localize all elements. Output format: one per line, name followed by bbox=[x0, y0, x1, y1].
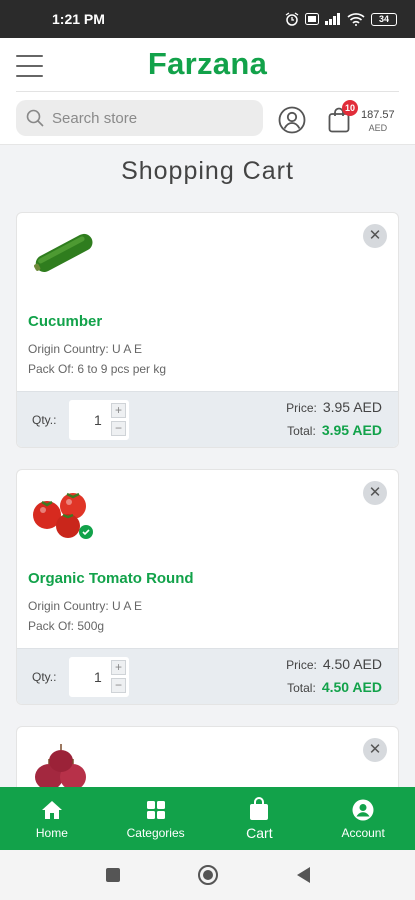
total-row: Total: 3.95 AED bbox=[287, 422, 382, 438]
total-label: Total: bbox=[287, 681, 316, 695]
system-nav-bar bbox=[0, 850, 415, 900]
status-icons: 34 bbox=[285, 12, 397, 26]
price-label: Price: bbox=[286, 401, 317, 415]
remove-item-button[interactable]: ✕ bbox=[363, 738, 387, 762]
product-pack: Pack Of: 6 to 9 pcs per kg bbox=[28, 362, 167, 376]
qty-decrease-button[interactable]: − bbox=[111, 421, 126, 436]
hd-icon bbox=[305, 13, 319, 25]
product-name[interactable]: Cucumber bbox=[28, 313, 102, 330]
wifi-icon bbox=[347, 12, 365, 26]
status-time: 1:21 PM bbox=[52, 11, 105, 27]
total-row: Total: 4.50 AED bbox=[287, 679, 382, 695]
product-origin: Origin Country: U A E bbox=[28, 599, 143, 613]
nav-account-label: Account bbox=[341, 826, 385, 840]
bag-icon bbox=[250, 797, 269, 820]
total-value: 3.95 AED bbox=[321, 422, 382, 438]
qty-label: Qty.: bbox=[32, 670, 57, 684]
search-input[interactable] bbox=[52, 109, 242, 127]
status-bar: 1:21 PM 34 bbox=[0, 0, 415, 38]
price-label: Price: bbox=[286, 658, 317, 672]
app-header: Farzana 10 187.57 AED bbox=[0, 38, 415, 145]
cart-count-badge: 10 bbox=[342, 100, 358, 116]
account-icon bbox=[352, 799, 374, 821]
nav-home[interactable]: Home bbox=[0, 787, 104, 850]
home-icon bbox=[41, 801, 62, 819]
cart-total-amount[interactable]: 187.57 AED bbox=[361, 109, 395, 134]
user-account-icon[interactable] bbox=[278, 106, 306, 134]
item-footer: Qty.: 1 + − Price: 3.95 AED Total: 3.95 AE… bbox=[17, 391, 398, 447]
remove-item-button[interactable]: ✕ bbox=[363, 224, 387, 248]
price-value: 4.50 AED bbox=[322, 656, 382, 672]
quantity-stepper[interactable]: 1 + − bbox=[69, 400, 129, 440]
signal-icon bbox=[325, 13, 340, 25]
price-row: Price: 4.50 AED bbox=[286, 656, 382, 672]
product-pack: Pack Of: 500g bbox=[28, 619, 105, 633]
battery-icon: 34 bbox=[371, 12, 397, 26]
price-row: Price: 3.95 AED bbox=[286, 399, 382, 415]
page-title: Shopping Cart bbox=[121, 157, 294, 185]
back-icon[interactable] bbox=[295, 866, 311, 884]
cucumber-image[interactable] bbox=[27, 225, 95, 283]
nav-account[interactable]: Account bbox=[311, 787, 415, 850]
nav-home-label: Home bbox=[35, 826, 68, 840]
grid-icon bbox=[146, 801, 165, 819]
quantity-stepper[interactable]: 1 + − bbox=[69, 657, 129, 697]
qty-increase-button[interactable]: + bbox=[111, 660, 126, 675]
remove-item-button[interactable]: ✕ bbox=[363, 481, 387, 505]
price-value: 3.95 AED bbox=[322, 399, 382, 415]
cart-amount-currency: AED bbox=[368, 123, 388, 133]
total-value: 4.50 AED bbox=[321, 679, 382, 695]
qty-value[interactable]: 1 bbox=[94, 669, 102, 685]
search-bar[interactable] bbox=[16, 100, 263, 136]
product-name[interactable]: Organic Tomato Round bbox=[28, 570, 194, 587]
qty-increase-button[interactable]: + bbox=[111, 403, 126, 418]
tomato-image[interactable] bbox=[27, 482, 95, 540]
item-footer: Qty.: 1 + − Price: 4.50 AED Total: 4.50 AE… bbox=[17, 648, 398, 704]
nav-categories-label: Categories bbox=[126, 826, 185, 840]
recents-icon[interactable] bbox=[105, 867, 121, 883]
header-divider bbox=[16, 91, 399, 92]
cart-amount-value: 187.57 bbox=[361, 109, 395, 121]
cart-item-card: ✕ Cucumber Origin Country: U A E Pack Of… bbox=[16, 212, 399, 448]
nav-cart[interactable]: Cart bbox=[208, 787, 312, 850]
search-icon bbox=[26, 109, 44, 127]
alarm-icon bbox=[285, 12, 299, 26]
brand-logo[interactable]: Farzana bbox=[0, 46, 415, 82]
qty-label: Qty.: bbox=[32, 413, 57, 427]
total-label: Total: bbox=[287, 424, 316, 438]
home-button-icon[interactable] bbox=[197, 864, 219, 886]
nav-categories[interactable]: Categories bbox=[104, 787, 208, 850]
qty-value[interactable]: 1 bbox=[94, 412, 102, 428]
nav-cart-label: Cart bbox=[246, 825, 273, 841]
bottom-nav: Home Categories Cart Account bbox=[0, 787, 415, 850]
cart-item-card: ✕ Organic Tomato Round Origin Country: U… bbox=[16, 469, 399, 705]
product-origin: Origin Country: U A E bbox=[28, 342, 143, 356]
qty-decrease-button[interactable]: − bbox=[111, 678, 126, 693]
